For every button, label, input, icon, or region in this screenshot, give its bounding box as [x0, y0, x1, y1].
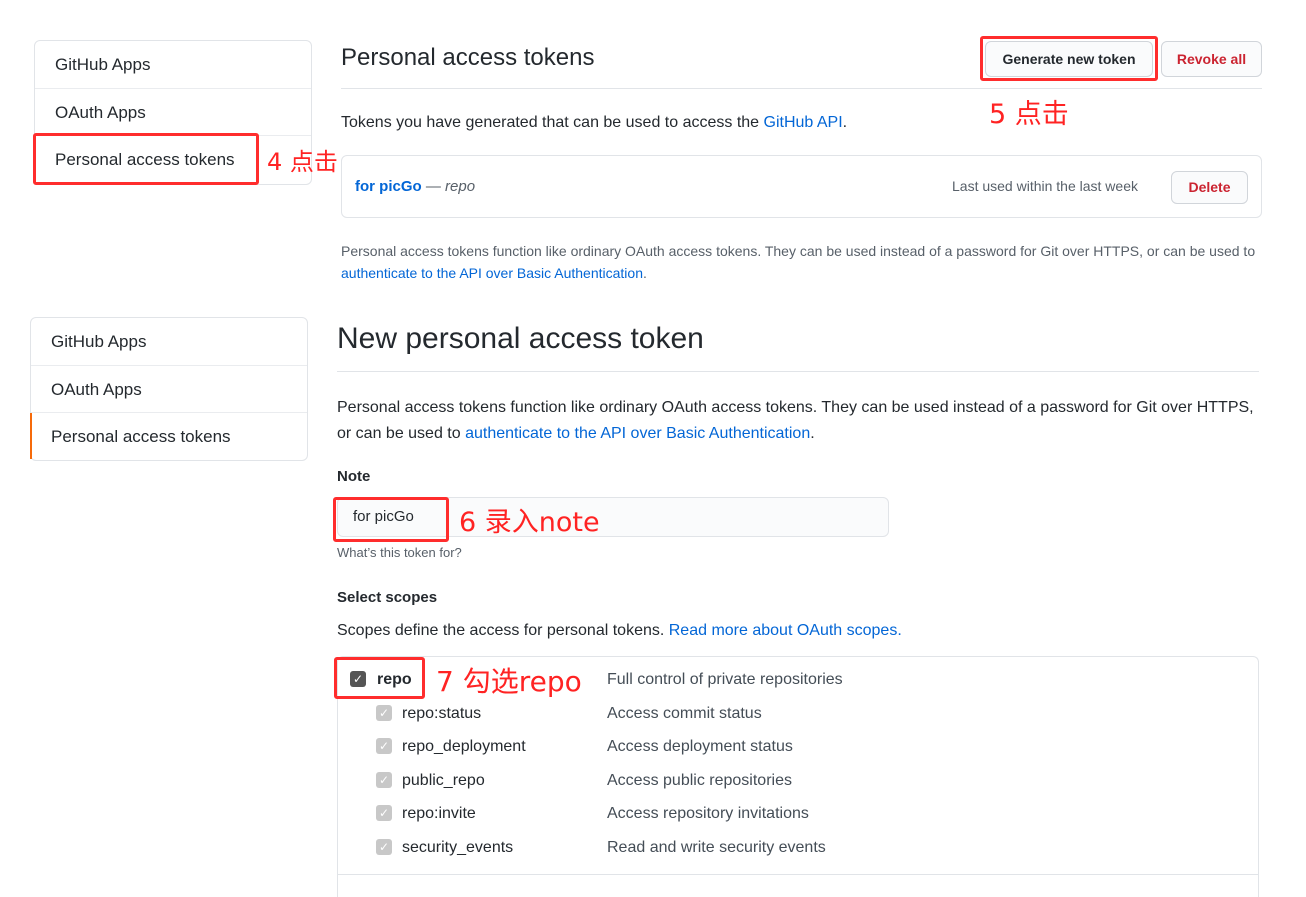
basic-auth-link-bottom[interactable]: authenticate to the API over Basic Authe…: [465, 425, 810, 442]
token-name-link[interactable]: for picGo: [355, 178, 422, 195]
scope-desc-repo-status: Access commit status: [607, 705, 762, 722]
intro-text: Tokens you have generated that can be us…: [341, 114, 847, 132]
note-hint: What’s this token for?: [337, 545, 462, 560]
scopes-description-body: Scopes define the access for personal to…: [337, 622, 669, 639]
sidebar-item-github-apps[interactable]: GitHub Apps: [31, 318, 307, 365]
page-title: Personal access tokens: [341, 44, 595, 71]
title-divider-bottom: [337, 371, 1259, 372]
token-separator: —: [421, 178, 446, 195]
sidebar-item-oauth-apps[interactable]: OAuth Apps: [31, 365, 307, 412]
basic-auth-link-top[interactable]: authenticate to the API over Basic Authe…: [341, 265, 643, 281]
repo-invite-checkbox[interactable]: ✓: [376, 805, 392, 821]
note-label: Note: [337, 468, 371, 485]
token-scope: repo: [445, 178, 476, 195]
sidebar-item-personal-access-tokens[interactable]: Personal access tokens: [30, 412, 307, 459]
github-api-link[interactable]: GitHub API: [764, 114, 843, 131]
scopes-table-bottom-line: [337, 874, 1259, 875]
highlight-box-step7: [334, 657, 425, 699]
scopes-description: Scopes define the access for personal to…: [337, 622, 902, 640]
sidebar-item-label: GitHub Apps: [55, 55, 151, 74]
token-entry: for picGo — repo: [355, 178, 475, 195]
token-footnote: Personal access tokens function like ord…: [341, 240, 1262, 284]
sidebar-item-oauth-apps[interactable]: OAuth Apps: [35, 88, 311, 135]
new-token-title: New personal access token: [337, 322, 704, 355]
intro-text-body: Tokens you have generated that can be us…: [341, 114, 764, 131]
scope-desc-repo-deployment: Access deployment status: [607, 738, 793, 755]
scope-name-public-repo: public_repo: [402, 772, 485, 789]
sidebar-item-label: OAuth Apps: [51, 380, 142, 399]
security-events-checkbox[interactable]: ✓: [376, 839, 392, 855]
intro-text-end: .: [842, 114, 848, 131]
sidebar-item-label: Personal access tokens: [51, 427, 231, 446]
annotation-step6: 6 录入note: [459, 507, 600, 538]
annotation-step5: 5 点击: [989, 99, 1069, 130]
title-divider-top: [341, 88, 1262, 89]
scopes-label: Select scopes: [337, 589, 438, 606]
repo-status-checkbox[interactable]: ✓: [376, 705, 392, 721]
revoke-all-button[interactable]: Revoke all: [1161, 41, 1262, 77]
delete-token-button[interactable]: Delete: [1171, 171, 1248, 204]
highlight-box-step5: [980, 36, 1158, 81]
scope-desc-repo: Full control of private repositories: [607, 671, 843, 688]
new-token-description: Personal access tokens function like ord…: [337, 395, 1267, 447]
scope-name-repo-invite: repo:invite: [402, 805, 476, 822]
token-list-box: for picGo — repo Last used within the la…: [341, 155, 1262, 218]
scope-name-repo-status: repo:status: [402, 705, 482, 722]
scope-name-security-events: security_events: [402, 839, 514, 856]
highlight-box-step6: [333, 497, 449, 542]
settings-sidebar-bottom: GitHub Apps OAuth Apps Personal access t…: [30, 317, 308, 461]
highlight-box-step4: [33, 133, 259, 185]
sidebar-item-label: OAuth Apps: [55, 103, 146, 122]
scope-desc-repo-invite: Access repository invitations: [607, 805, 809, 822]
scope-desc-security-events: Read and write security events: [607, 839, 826, 856]
description-end: .: [810, 425, 815, 442]
scope-name-repo-deployment: repo_deployment: [402, 738, 526, 755]
annotation-step7: 7 勾选repo: [436, 665, 582, 698]
token-last-used: Last used within the last week: [952, 178, 1138, 194]
public-repo-checkbox[interactable]: ✓: [376, 772, 392, 788]
footnote-body: Personal access tokens function like ord…: [341, 243, 1256, 259]
repo-deployment-checkbox[interactable]: ✓: [376, 738, 392, 754]
annotation-step4: 4 点击: [267, 148, 338, 176]
footnote-end: .: [642, 265, 647, 281]
sidebar-item-label: GitHub Apps: [51, 332, 147, 351]
scope-desc-public-repo: Access public repositories: [607, 772, 792, 789]
oauth-scopes-link[interactable]: Read more about OAuth scopes.: [669, 622, 902, 639]
sidebar-item-github-apps[interactable]: GitHub Apps: [35, 41, 311, 88]
